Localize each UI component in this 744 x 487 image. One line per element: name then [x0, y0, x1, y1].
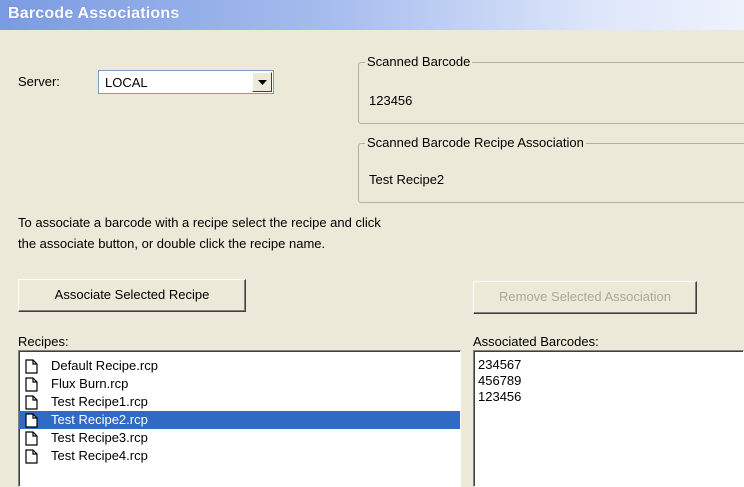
- associated-barcodes-list[interactable]: 234567 456789 123456: [473, 350, 744, 487]
- recipe-item-label: Test Recipe4.rcp: [51, 448, 148, 463]
- scanned-association-value: Test Recipe2: [369, 172, 445, 187]
- scanned-barcode-value: 123456: [369, 93, 413, 108]
- remove-selected-association-button[interactable]: Remove Selected Association: [473, 281, 697, 314]
- associated-barcodes-label: Associated Barcodes:: [473, 334, 599, 349]
- recipe-item[interactable]: Default Recipe.rcp: [19, 357, 460, 375]
- associated-barcode-item[interactable]: 123456: [474, 389, 743, 405]
- associated-barcode-item[interactable]: 456789: [474, 373, 743, 389]
- recipe-item-label: Flux Burn.rcp: [51, 376, 129, 391]
- associated-barcode-item[interactable]: 234567: [474, 357, 743, 373]
- recipe-item-label: Test Recipe3.rcp: [51, 430, 148, 445]
- scanned-association-title: Scanned Barcode Recipe Association: [365, 135, 586, 150]
- instructions-line-2: the associate button, or double click th…: [18, 236, 326, 251]
- recipe-item-label: Test Recipe1.rcp: [51, 394, 148, 409]
- server-select[interactable]: LOCAL: [98, 70, 274, 94]
- server-select-value: LOCAL: [105, 75, 148, 90]
- recipes-label: Recipes:: [18, 334, 69, 349]
- scanned-association-group: Scanned Barcode Recipe Association Test …: [358, 135, 744, 203]
- recipe-item[interactable]: Test Recipe3.rcp: [19, 429, 460, 447]
- server-label: Server:: [18, 74, 60, 89]
- scanned-barcode-group: Scanned Barcode 123456: [358, 54, 744, 124]
- chevron-down-icon: [258, 80, 267, 85]
- recipe-item-label: Test Recipe2.rcp: [51, 412, 148, 427]
- recipe-item[interactable]: Test Recipe4.rcp: [19, 447, 460, 465]
- document-icon: [25, 449, 38, 469]
- recipe-item[interactable]: Test Recipe2.rcp: [19, 411, 460, 429]
- recipe-item[interactable]: Test Recipe1.rcp: [19, 393, 460, 411]
- title-bar: Barcode Associations: [0, 0, 744, 30]
- window-title: Barcode Associations: [8, 5, 180, 22]
- instructions-line-1: To associate a barcode with a recipe sel…: [18, 215, 381, 230]
- scanned-barcode-title: Scanned Barcode: [365, 54, 473, 69]
- recipes-list[interactable]: Default Recipe.rcp Flux Burn.rcp Test Reci…: [18, 350, 461, 487]
- server-dropdown-button[interactable]: [252, 72, 272, 92]
- recipe-item[interactable]: Flux Burn.rcp: [19, 375, 460, 393]
- associate-selected-recipe-button[interactable]: Associate Selected Recipe: [18, 279, 246, 312]
- recipe-item-label: Default Recipe.rcp: [51, 358, 158, 373]
